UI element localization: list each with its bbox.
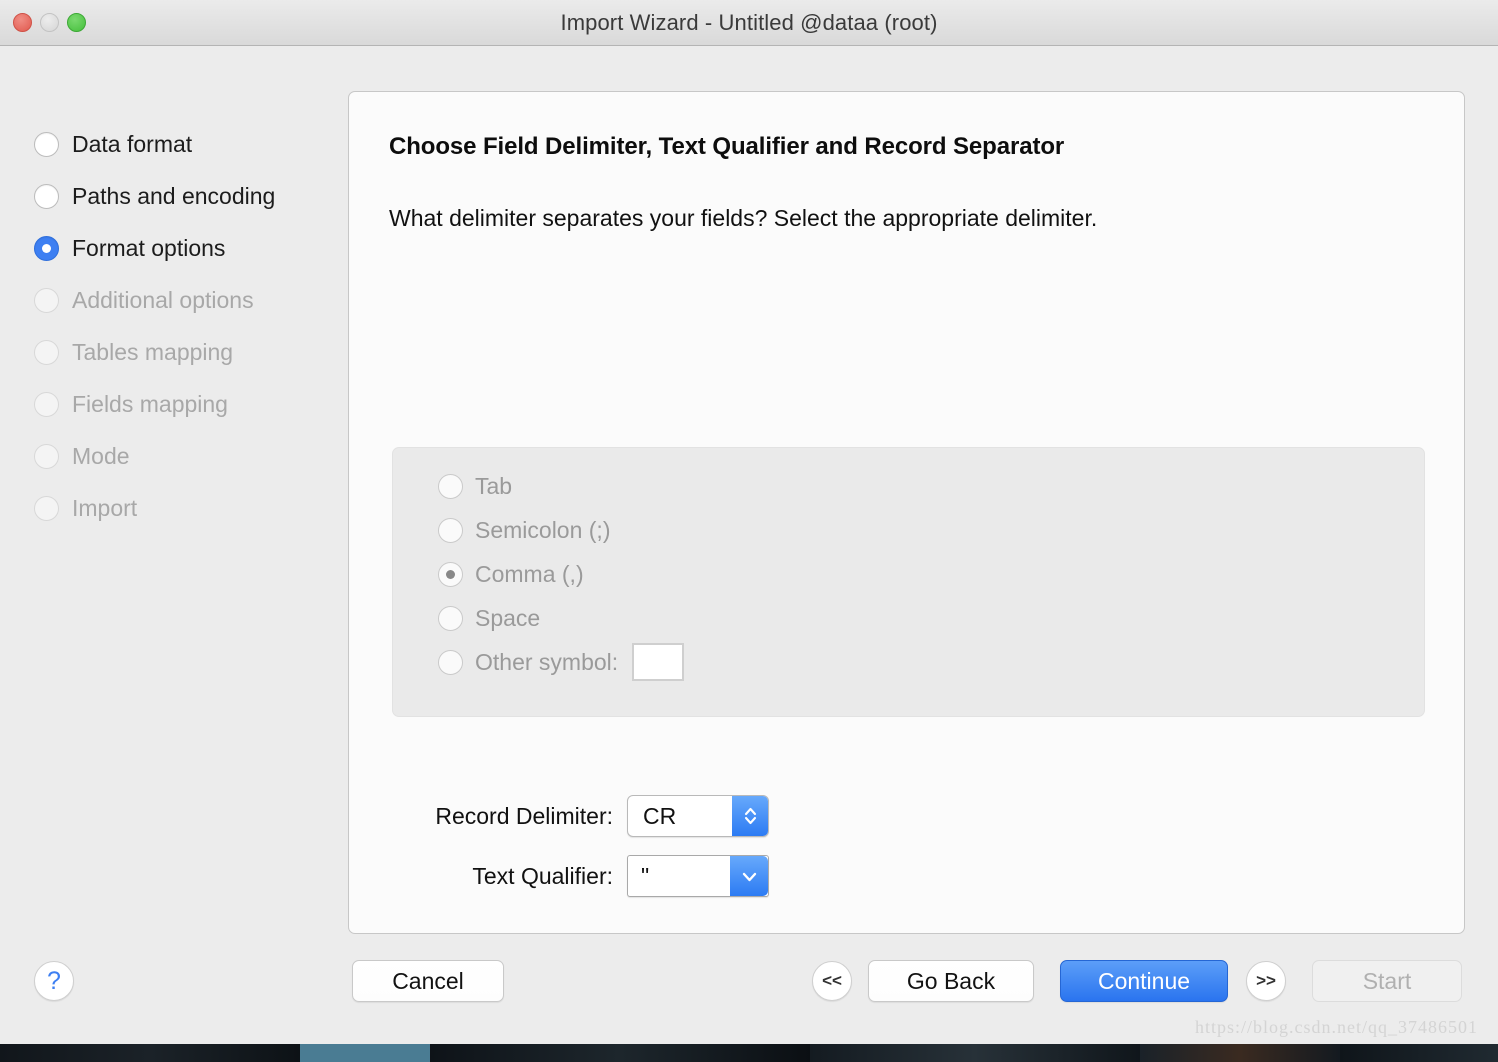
chevron-up-down-icon[interactable] — [732, 796, 768, 836]
cancel-button[interactable]: Cancel — [352, 960, 504, 1002]
step-radio-icon — [34, 495, 59, 521]
radio-option-space: Space — [438, 596, 1424, 640]
step-radio-icon — [34, 339, 59, 365]
radio-icon — [438, 649, 463, 675]
step-radio-icon — [34, 391, 59, 417]
sidebar-item-additional-options: Additional options — [34, 274, 348, 326]
sidebar-item-mode: Mode — [34, 430, 348, 482]
sidebar-item-label: Format options — [72, 234, 226, 261]
radio-label: Tab — [475, 472, 513, 499]
radio-icon — [438, 605, 463, 631]
continue-button[interactable]: Continue — [1060, 960, 1228, 1002]
window-title: Import Wizard - Untitled @dataa (root) — [560, 10, 938, 35]
window-title-bar: Import Wizard - Untitled @dataa (root) — [0, 0, 1498, 46]
sidebar-item-data-format[interactable]: Data format — [34, 118, 348, 170]
sidebar-item-label: Fields mapping — [72, 390, 228, 417]
text-qualifier-value: " — [641, 862, 650, 889]
sidebar-item-label: Tables mapping — [72, 338, 234, 365]
radio-label: Comma (,) — [475, 560, 584, 587]
import-wizard-window: Import Wizard - Untitled @dataa (root) D… — [0, 0, 1498, 1044]
sidebar-item-label: Import — [72, 494, 138, 521]
step-radio-icon — [34, 443, 59, 469]
watermark-text: https://blog.csdn.net/qq_37486501 — [1195, 1017, 1478, 1037]
radio-option-other-symbol: Other symbol: — [438, 640, 1424, 684]
sidebar-item-import: Import — [34, 482, 348, 534]
traffic-light-group — [13, 13, 86, 32]
radio-label: Other symbol: — [475, 648, 619, 675]
record-delimiter-value: CR — [643, 802, 677, 829]
previous-page-button[interactable]: << — [812, 961, 852, 1001]
radio-label: Semicolon (;) — [475, 516, 611, 543]
sidebar-item-fields-mapping: Fields mapping — [34, 378, 348, 430]
page-subtitle: What delimiter separates your fields? Se… — [389, 205, 1098, 231]
record-delimiter-row: Record Delimiter: CR — [349, 795, 769, 837]
text-qualifier-label: Text Qualifier: — [472, 862, 613, 889]
sidebar-item-label: Mode — [72, 442, 130, 469]
go-back-button[interactable]: Go Back — [868, 960, 1034, 1002]
minimize-window-icon[interactable] — [40, 13, 59, 32]
sidebar-item-label: Additional options — [72, 286, 254, 313]
sidebar-item-format-options[interactable]: Format options — [34, 222, 348, 274]
step-radio-icon — [34, 183, 59, 209]
other-symbol-input[interactable] — [632, 643, 685, 681]
radio-icon — [438, 517, 463, 543]
wizard-steps-sidebar: Data format Paths and encoding Format op… — [0, 46, 348, 534]
step-radio-selected-icon — [34, 235, 59, 261]
close-window-icon[interactable] — [13, 13, 32, 32]
sidebar-item-paths-and-encoding[interactable]: Paths and encoding — [34, 170, 348, 222]
record-delimiter-label: Record Delimiter: — [435, 802, 613, 829]
field-delimiter-group-box: Tab Semicolon (;) Comma (,) Space Other … — [392, 447, 1425, 717]
sidebar-item-tables-mapping: Tables mapping — [34, 326, 348, 378]
sidebar-item-label: Data format — [72, 130, 193, 157]
radio-option-tab: Tab — [438, 464, 1424, 508]
sidebar-item-label: Paths and encoding — [72, 182, 276, 209]
radio-option-comma: Comma (,) — [438, 552, 1424, 596]
help-button[interactable]: ? — [34, 961, 74, 1001]
radio-icon — [438, 473, 463, 499]
main-content-panel: Choose Field Delimiter, Text Qualifier a… — [348, 91, 1465, 934]
radio-label: Space — [475, 604, 541, 631]
wizard-footer: ? Cancel << Go Back Continue >> Start ht… — [0, 934, 1498, 1044]
chevron-down-icon[interactable] — [730, 856, 768, 896]
window-content: Data format Paths and encoding Format op… — [0, 46, 1498, 1044]
step-radio-icon — [34, 287, 59, 313]
radio-selected-icon — [438, 561, 463, 587]
record-delimiter-select[interactable]: CR — [627, 795, 769, 837]
page-title: Choose Field Delimiter, Text Qualifier a… — [389, 133, 1065, 160]
radio-option-semicolon: Semicolon (;) — [438, 508, 1424, 552]
text-qualifier-combobox[interactable]: " — [627, 855, 769, 897]
next-page-button[interactable]: >> — [1246, 961, 1286, 1001]
text-qualifier-row: Text Qualifier: " — [349, 855, 769, 897]
start-button: Start — [1312, 960, 1462, 1002]
step-radio-icon — [34, 131, 59, 157]
zoom-window-icon[interactable] — [67, 13, 86, 32]
